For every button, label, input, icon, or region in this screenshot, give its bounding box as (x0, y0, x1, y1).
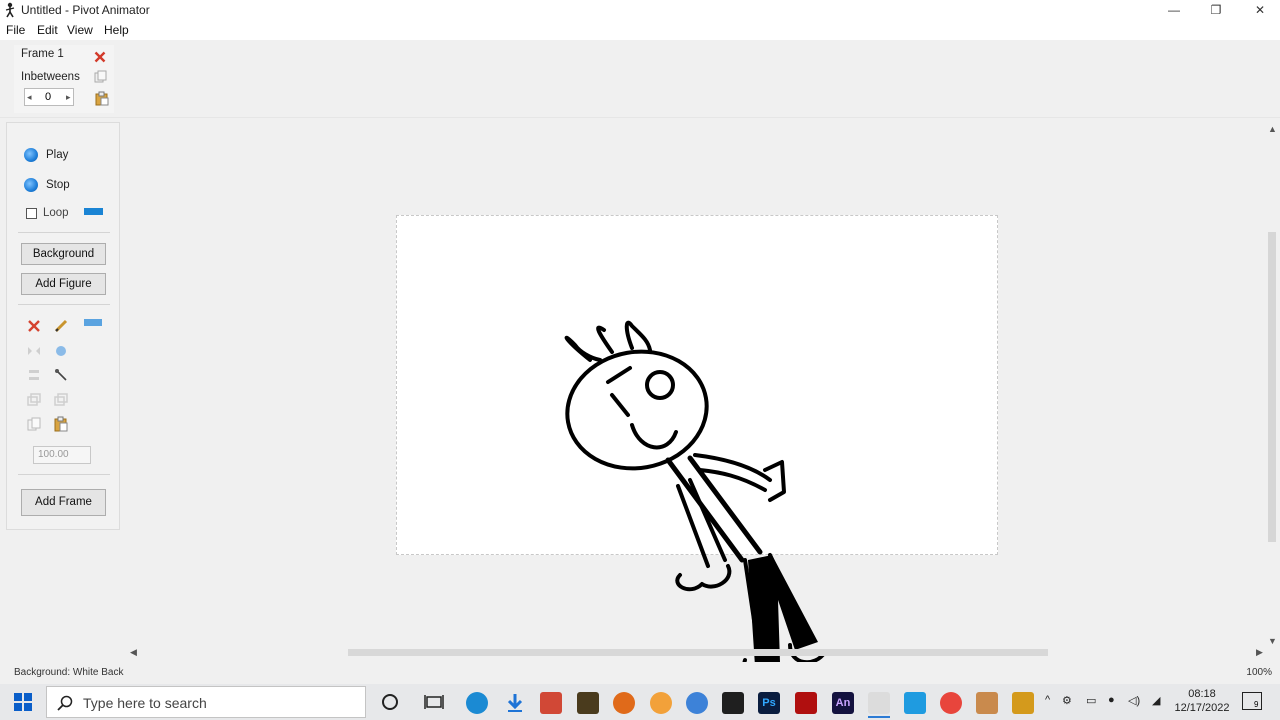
status-text: Background: White Back (14, 667, 124, 678)
taskbar-search-box[interactable]: Type here to search (46, 686, 366, 718)
vscode-icon[interactable] (904, 692, 926, 714)
delete-figure-icon[interactable] (26, 318, 42, 334)
flip-vertical-icon[interactable] (26, 367, 42, 383)
loop-label: Loop (43, 207, 69, 219)
paste-frame-icon[interactable] (94, 91, 109, 106)
scale-input[interactable]: 100.00 (33, 446, 91, 464)
animate-icon[interactable]: An (832, 692, 854, 714)
status-bar: Background: White Back 100% (0, 662, 1280, 682)
frame-card[interactable]: Frame 1 Inbetweens ◂ 0 ▸ (14, 45, 114, 113)
menu-edit[interactable]: Edit (37, 23, 58, 37)
frame-label: Frame 1 (21, 48, 64, 60)
title-bar: Untitled - Pivot Animator — ❐ ✕ (0, 0, 1280, 20)
stick-figure[interactable] (540, 300, 840, 690)
inbetweens-label: Inbetweens (21, 71, 80, 83)
loop-checkbox[interactable] (26, 208, 37, 219)
horizontal-scrollbar-thumb[interactable] (348, 649, 1048, 656)
join-icon[interactable] (53, 367, 69, 383)
color-figure-icon[interactable] (53, 343, 69, 359)
tray-app-icon[interactable]: ⚙ (1062, 694, 1072, 707)
scroll-left-icon[interactable]: ◀ (130, 647, 137, 658)
flip-horizontal-icon[interactable] (26, 343, 42, 359)
vertical-scrollbar-thumb[interactable] (1268, 232, 1276, 542)
add-frame-button[interactable]: Add Frame (21, 489, 106, 516)
stop-icon[interactable] (24, 178, 38, 192)
divider (18, 232, 110, 233)
volume-icon[interactable]: ◁) (1128, 694, 1140, 707)
background-button[interactable]: Background (21, 243, 106, 265)
pivot-app-icon (5, 2, 15, 18)
notification-count: 9 (1254, 700, 1259, 709)
window-title: Untitled - Pivot Animator (21, 3, 150, 17)
edge-browser-icon[interactable] (466, 692, 488, 714)
search-placeholder: Type here to search (83, 695, 207, 711)
stepper-down-icon[interactable]: ◂ (27, 92, 32, 103)
clock-date: 12/17/2022 (1174, 702, 1230, 714)
notifications-icon[interactable]: 9 (1242, 692, 1262, 710)
close-window-button[interactable]: ✕ (1238, 0, 1280, 20)
edit-figure-icon[interactable] (53, 318, 69, 334)
adobe-app-icon[interactable] (795, 692, 817, 714)
photoshop-icon[interactable]: Ps (758, 692, 780, 714)
stepper-up-icon[interactable]: ▸ (66, 92, 71, 103)
chrome-icon[interactable] (940, 692, 962, 714)
play-icon[interactable] (24, 148, 38, 162)
game-icon[interactable] (976, 692, 998, 714)
battery-icon[interactable]: ▭ (1086, 694, 1096, 707)
wifi-icon[interactable]: ◢ (1152, 694, 1160, 707)
scratch-cat-icon[interactable] (650, 692, 672, 714)
copy-frame-icon[interactable] (94, 70, 107, 83)
inbetweens-value: 0 (45, 91, 52, 103)
play-button[interactable]: Play (46, 149, 68, 161)
copy-figure-icon[interactable] (26, 416, 42, 432)
scroll-right-icon[interactable]: ▶ (1256, 647, 1263, 658)
figure-color-swatch[interactable] (84, 319, 102, 326)
tray-expand-icon[interactable]: ^ (1045, 694, 1050, 706)
stop-button[interactable]: Stop (46, 179, 70, 191)
speed-slider[interactable] (84, 208, 103, 215)
divider (18, 304, 110, 305)
firefox-icon[interactable] (613, 692, 635, 714)
menu-view[interactable]: View (67, 23, 93, 37)
terminal-icon[interactable] (722, 692, 744, 714)
minecraft-icon[interactable] (577, 692, 599, 714)
menu-file[interactable]: File (6, 23, 25, 37)
task-view-icon[interactable] (424, 692, 444, 712)
scroll-up-icon[interactable]: ▲ (1268, 124, 1277, 134)
app-icon-red[interactable] (540, 692, 562, 714)
lower-figure-icon[interactable] (26, 392, 42, 408)
windows-start-icon[interactable] (14, 693, 32, 711)
clock-time: 08:18 (1188, 688, 1216, 700)
cortana-icon[interactable] (380, 692, 400, 712)
search-icon (57, 695, 73, 711)
add-figure-button[interactable]: Add Figure (21, 273, 106, 295)
menu-bar: File Edit View Help (0, 20, 1280, 40)
pivot-animator-taskbar-icon[interactable] (868, 692, 890, 714)
frame-strip (0, 40, 1280, 118)
edge-dev-icon[interactable] (686, 692, 708, 714)
maximize-button[interactable]: ❐ (1194, 0, 1238, 20)
active-app-indicator (868, 716, 890, 718)
raise-figure-icon[interactable] (53, 392, 69, 408)
delete-frame-icon[interactable] (94, 51, 106, 63)
microphone-icon[interactable]: ● (1108, 694, 1115, 706)
zoom-level: 100% (1246, 667, 1272, 678)
app-icon-gold[interactable] (1012, 692, 1034, 714)
divider (18, 474, 110, 475)
taskbar-clock[interactable]: 08:18 12/17/2022 (1170, 687, 1234, 715)
minimize-button[interactable]: — (1152, 0, 1196, 20)
download-arrow-icon (507, 694, 523, 712)
scroll-down-icon[interactable]: ▼ (1268, 636, 1277, 646)
inbetweens-stepper[interactable]: ◂ 0 ▸ (24, 88, 74, 106)
tool-panel-content: Play Stop Loop Background Add Figure 100… (6, 122, 118, 527)
download-icon[interactable] (504, 692, 526, 714)
menu-help[interactable]: Help (104, 23, 129, 37)
paste-figure-icon[interactable] (53, 416, 69, 432)
